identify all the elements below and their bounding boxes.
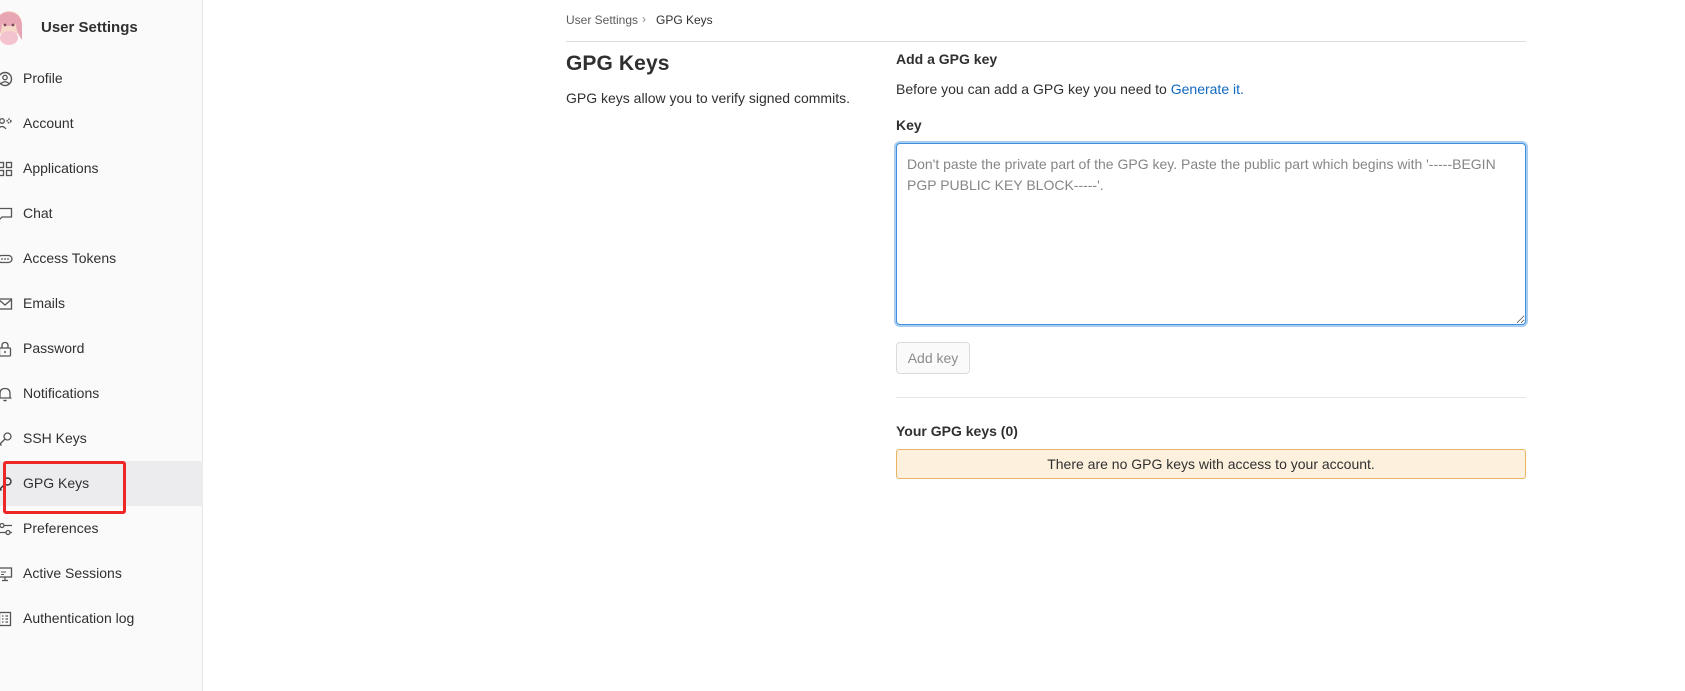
- sidebar-item-label: Applications: [23, 160, 99, 176]
- sidebar-item-applications[interactable]: Applications: [0, 146, 203, 191]
- sidebar-title: User Settings: [41, 19, 138, 36]
- key-textarea[interactable]: [896, 143, 1526, 325]
- sidebar-item-authentication-log[interactable]: Authentication log: [0, 596, 203, 641]
- sidebar-item-ssh-keys[interactable]: SSH Keys: [0, 416, 203, 461]
- empty-keys-alert: There are no GPG keys with access to you…: [896, 449, 1526, 479]
- applications-icon: [0, 161, 13, 177]
- sidebar-item-profile[interactable]: Profile: [0, 56, 203, 101]
- sidebar-header[interactable]: User Settings: [0, 6, 203, 46]
- breadcrumb: User Settings › GPG Keys: [566, 11, 1526, 42]
- sidebar-item-account[interactable]: Account: [0, 101, 203, 146]
- sidebar-nav: Profile Account Applications Chat Access…: [0, 56, 203, 641]
- add-key-button[interactable]: Add key: [896, 342, 970, 374]
- sidebar-item-label: Access Tokens: [23, 250, 117, 266]
- breadcrumb-gpg-keys[interactable]: GPG Keys: [656, 13, 713, 27]
- add-gpg-key-description-text: Before you can add a GPG key you need to: [896, 81, 1171, 97]
- your-gpg-keys-heading: Your GPG keys (0): [896, 423, 1018, 439]
- sidebar-item-label: Chat: [23, 205, 53, 221]
- chat-icon: [0, 206, 13, 222]
- key-label: Key: [896, 117, 922, 133]
- sidebar-item-label: SSH Keys: [23, 430, 87, 446]
- sidebar-item-active-sessions[interactable]: Active Sessions: [0, 551, 203, 596]
- sidebar-item-preferences[interactable]: Preferences: [0, 506, 203, 551]
- page-description: GPG keys allow you to verify signed comm…: [566, 90, 850, 106]
- sidebar-item-label: Active Sessions: [23, 565, 122, 581]
- sidebar-item-label: GPG Keys: [23, 475, 90, 491]
- chevron-right-icon: ›: [642, 12, 646, 26]
- sidebar-item-label: Authentication log: [23, 610, 135, 626]
- preferences-icon: [0, 521, 13, 537]
- section-divider: [896, 397, 1526, 398]
- bell-icon: [0, 386, 13, 402]
- breadcrumb-user-settings[interactable]: User Settings: [566, 13, 638, 27]
- key-icon: [0, 431, 13, 447]
- sidebar: User Settings Profile Account Applicatio…: [0, 0, 203, 691]
- sidebar-item-emails[interactable]: Emails: [0, 281, 203, 326]
- log-icon: [0, 611, 13, 627]
- sidebar-item-label: Preferences: [23, 520, 99, 536]
- add-gpg-key-heading: Add a GPG key: [896, 51, 998, 67]
- sidebar-item-label: Emails: [23, 295, 66, 311]
- sidebar-item-chat[interactable]: Chat: [0, 191, 203, 236]
- profile-icon: [0, 71, 13, 87]
- page-title: GPG Keys: [566, 52, 670, 75]
- sidebar-item-notifications[interactable]: Notifications: [0, 371, 203, 416]
- sidebar-item-label: Profile: [23, 70, 63, 86]
- lock-icon: [0, 341, 13, 357]
- account-icon: [0, 116, 13, 132]
- sidebar-item-label: Notifications: [23, 385, 100, 401]
- add-gpg-key-description: Before you can add a GPG key you need to…: [896, 81, 1244, 97]
- token-icon: [0, 251, 13, 267]
- avatar[interactable]: [0, 10, 24, 46]
- monitor-icon: [0, 566, 13, 582]
- gpg-key-icon: [0, 476, 13, 492]
- generate-it-link[interactable]: Generate it.: [1171, 81, 1244, 97]
- sidebar-item-label: Account: [23, 115, 74, 131]
- sidebar-item-password[interactable]: Password: [0, 326, 203, 371]
- sidebar-item-label: Password: [23, 340, 85, 356]
- mail-icon: [0, 296, 13, 312]
- sidebar-item-access-tokens[interactable]: Access Tokens: [0, 236, 203, 281]
- sidebar-item-gpg-keys[interactable]: GPG Keys: [0, 461, 203, 506]
